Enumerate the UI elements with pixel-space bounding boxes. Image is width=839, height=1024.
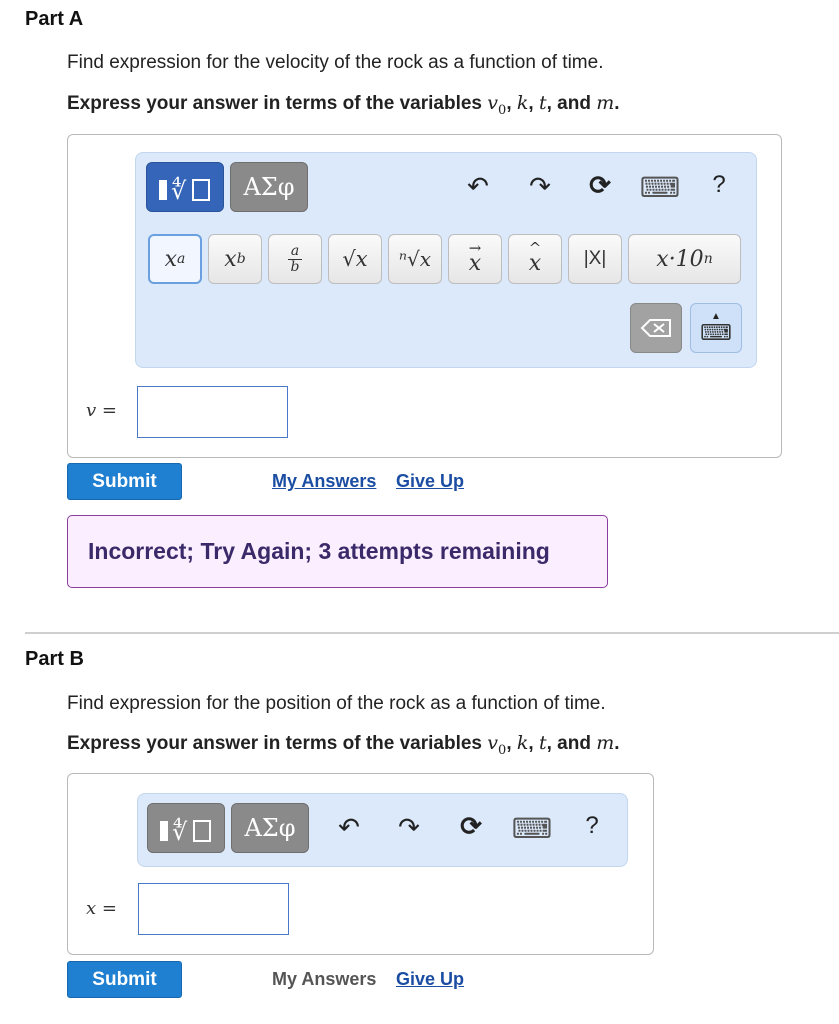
greek-symbols-button[interactable]: ΑΣφ bbox=[230, 162, 308, 212]
nth-root-key[interactable]: ⁿ√x bbox=[388, 234, 442, 284]
redo-icon[interactable]: ↷ bbox=[389, 812, 429, 843]
var-k: k bbox=[516, 732, 529, 754]
instructions-text: Express your answer in terms of the vari… bbox=[67, 93, 488, 114]
backspace-icon bbox=[640, 319, 671, 337]
square-root-key[interactable]: √x bbox=[328, 234, 382, 284]
part-a-feedback-box: Incorrect; Try Again; 3 attempts remaini… bbox=[67, 515, 608, 588]
part-b-give-up-link[interactable]: Give Up bbox=[396, 969, 464, 990]
part-a-math-toolbar: ∜ ΑΣφ ↶ ↷ ⟳ ⌨ ? xa xb ab √x ⁿ√x → x ^ x |X… bbox=[135, 152, 757, 368]
scientific-notation-key[interactable]: x·10 n bbox=[628, 234, 741, 284]
part-a-my-answers-link[interactable]: My Answers bbox=[272, 471, 376, 492]
backspace-key[interactable] bbox=[630, 303, 682, 353]
greek-symbols-button[interactable]: ΑΣφ bbox=[231, 803, 309, 853]
var-v0: v0 bbox=[487, 92, 507, 118]
feedback-message: Incorrect; Try Again; 3 attempts remaini… bbox=[88, 538, 550, 564]
keyboard-toggle-key[interactable]: ▲ ⌨ bbox=[690, 303, 742, 353]
subscript-key[interactable]: xb bbox=[208, 234, 262, 284]
var-t: t bbox=[538, 732, 547, 754]
part-a-submit-button[interactable]: Submit bbox=[67, 463, 182, 500]
part-b-math-toolbar: ∜ ΑΣφ ↶ ↷ ⟳ ⌨ ? bbox=[137, 793, 628, 867]
math-template-icon: ∜ bbox=[160, 817, 211, 845]
help-button[interactable]: ? bbox=[572, 812, 612, 840]
keyboard-icon[interactable]: ⌨ bbox=[512, 812, 552, 845]
part-b-my-answers-link[interactable]: My Answers bbox=[272, 969, 376, 990]
part-b-submit-button[interactable]: Submit bbox=[67, 961, 182, 998]
help-button[interactable]: ? bbox=[699, 171, 739, 199]
undo-icon[interactable]: ↶ bbox=[458, 171, 498, 202]
part-b-answer-input[interactable] bbox=[138, 883, 289, 935]
part-b-equation-label: x = bbox=[86, 898, 117, 919]
undo-icon[interactable]: ↶ bbox=[329, 812, 369, 843]
part-b-instructions: Express your answer in terms of the vari… bbox=[67, 732, 620, 758]
part-a-give-up-link[interactable]: Give Up bbox=[396, 471, 464, 492]
var-t: t bbox=[538, 92, 547, 114]
section-divider bbox=[25, 632, 839, 634]
keyboard-icon[interactable]: ⌨ bbox=[640, 171, 680, 204]
part-a-instructions: Express your answer in terms of the vari… bbox=[67, 92, 620, 118]
var-k: k bbox=[516, 92, 529, 114]
math-template-button[interactable]: ∜ bbox=[147, 803, 225, 853]
part-a-answer-input[interactable] bbox=[137, 386, 288, 438]
part-a-equation-label: v = bbox=[86, 400, 117, 421]
var-m: m bbox=[596, 732, 615, 754]
unit-vector-key[interactable]: ^ x bbox=[508, 234, 562, 284]
math-template-button[interactable]: ∜ bbox=[146, 162, 224, 212]
fraction-key[interactable]: ab bbox=[268, 234, 322, 284]
redo-icon[interactable]: ↷ bbox=[520, 171, 560, 202]
reset-icon[interactable]: ⟳ bbox=[451, 811, 491, 842]
vector-key[interactable]: → x bbox=[448, 234, 502, 284]
part-b-prompt: Find expression for the position of the … bbox=[67, 693, 606, 714]
svg-text:∜: ∜ bbox=[172, 817, 188, 845]
svg-text:∜: ∜ bbox=[171, 176, 187, 204]
var-v0: v0 bbox=[487, 732, 507, 758]
part-a-title: Part A bbox=[25, 8, 84, 30]
part-b-title: Part B bbox=[25, 648, 84, 670]
superscript-key[interactable]: xa bbox=[148, 234, 202, 284]
math-template-icon: ∜ bbox=[159, 176, 210, 204]
absolute-value-key[interactable]: |X| bbox=[568, 234, 622, 284]
keyboard-icon: ⌨ bbox=[700, 320, 732, 345]
var-m: m bbox=[596, 92, 615, 114]
part-a-prompt: Find expression for the velocity of the … bbox=[67, 52, 604, 73]
reset-icon[interactable]: ⟳ bbox=[580, 170, 620, 201]
instructions-text: Express your answer in terms of the vari… bbox=[67, 733, 488, 754]
